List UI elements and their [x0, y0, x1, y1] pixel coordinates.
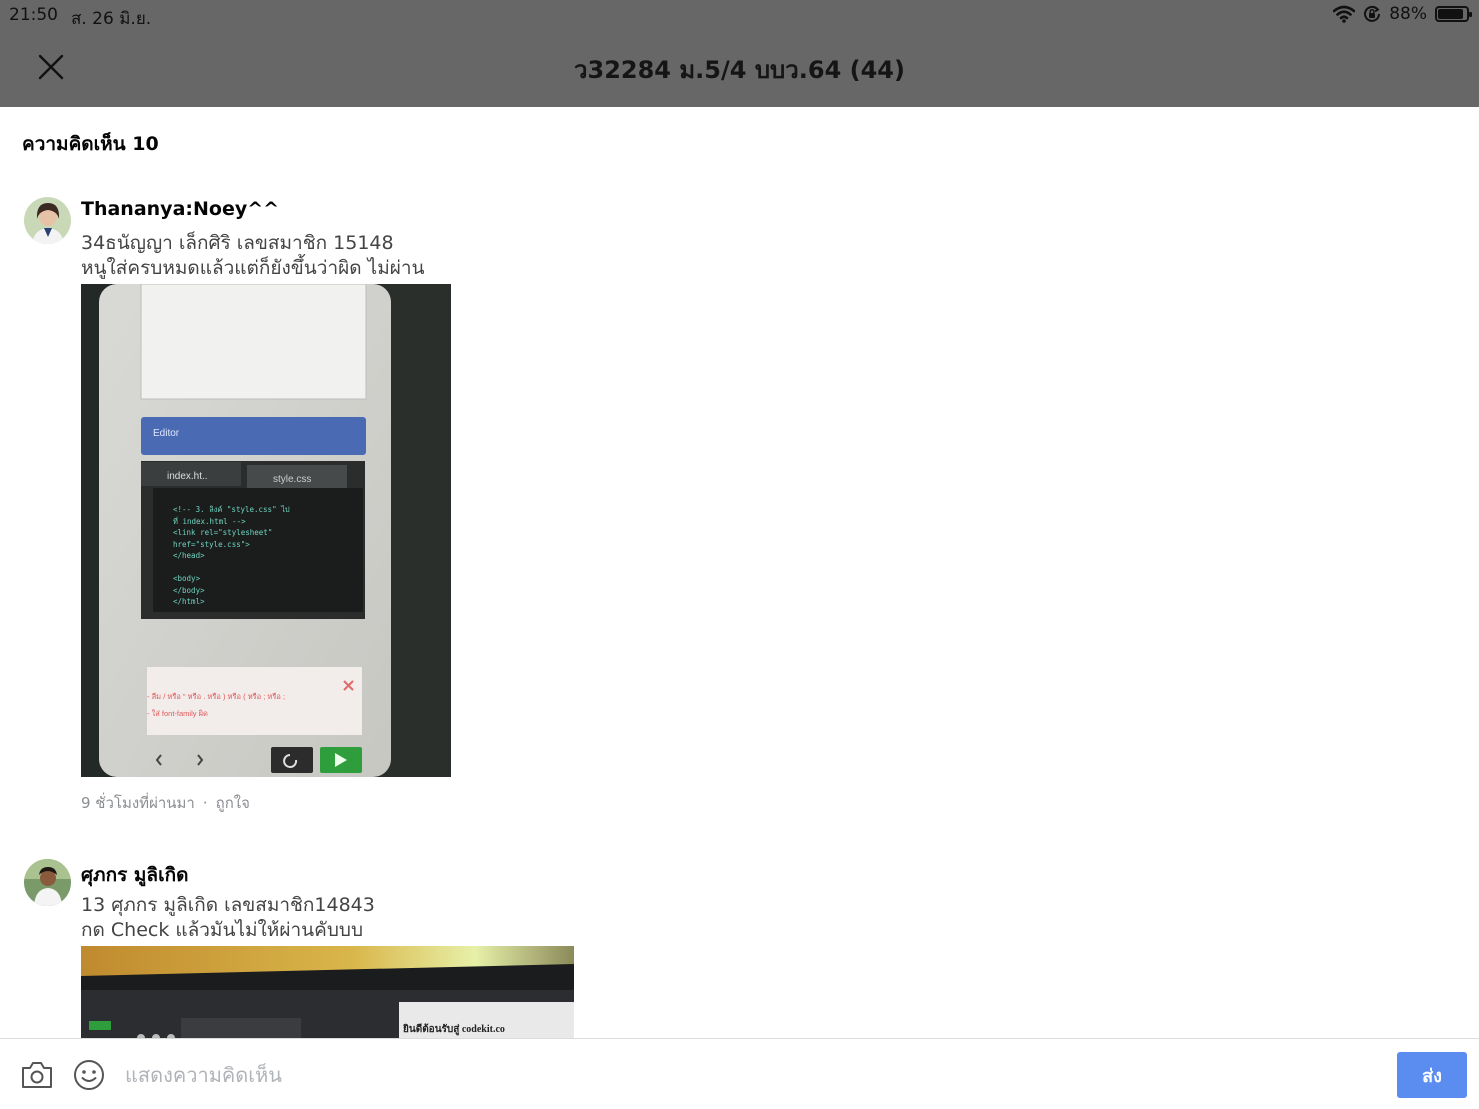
photo-code-line: </html>: [173, 597, 205, 606]
photo-tab-style: style.css: [273, 474, 312, 485]
comment-input[interactable]: [125, 1055, 1375, 1095]
camera-icon[interactable]: [20, 1059, 54, 1091]
photo-editor-label: Editor: [153, 428, 180, 439]
battery-icon: [1435, 6, 1472, 22]
status-right: 88%: [1333, 4, 1472, 24]
avatar[interactable]: [24, 197, 71, 244]
comment-text-line: หนูใส่ครบหมดแล้วแต่ก็ยังขึ้นว่าผิด ไม่ผ่…: [81, 257, 425, 279]
photo-code-line: </body>: [173, 585, 205, 595]
photo-tab-index: index.ht..: [167, 471, 208, 482]
wifi-icon: [1333, 5, 1356, 23]
status-time: 21:50: [9, 5, 58, 25]
battery-fill: [1438, 9, 1463, 19]
comment-author[interactable]: Thananya:Noey^^: [81, 198, 279, 220]
status-date: ส. 26 มิ.ย.: [71, 9, 152, 29]
photo-code-line: <link rel="stylesheet": [173, 528, 273, 537]
photo-code-line: <body>: [173, 574, 201, 583]
comment-photo[interactable]: ยินดีต้อนรับสู่ codekit.co: [81, 946, 574, 1038]
like-link[interactable]: ถูกใจ: [216, 794, 250, 812]
photo-code-line: href="style.css">: [173, 539, 250, 549]
status-bar: 21:50 ส. 26 มิ.ย. 88%: [0, 0, 1479, 30]
page-title: ว32284 ม.5/4 บบว.64 (44): [574, 56, 905, 84]
photo-error-line: - ใส่ font-family ผิด: [147, 709, 208, 718]
comments-panel[interactable]: ความคิดเห็น 10 Thananya:Noey^^ 34ธนัญญา …: [0, 107, 1479, 1038]
comment-photo[interactable]: Editor index.ht.. style.css <!-- 3. ลิงค…: [81, 284, 451, 777]
send-button[interactable]: ส่ง: [1397, 1052, 1467, 1098]
photo-error-line: - ลืม / หรือ " หรือ . หรือ ) หรือ ( หรือ…: [147, 692, 286, 701]
comment-text-line: กด Check แล้วมันไม่ให้ผ่านคับบบ: [81, 919, 364, 941]
photo-code-line: <!-- 3. ลิงค์ "style.css" ไป: [173, 505, 290, 514]
comment-author[interactable]: ศุภกร มูลิเกิด: [81, 860, 188, 890]
orientation-lock-icon: [1364, 5, 1381, 22]
photo-code-block: <!-- 3. ลิงค์ "style.css" ไปที่ index.ht…: [173, 504, 363, 608]
comment-meta: 9 ชั่วโมงที่ผ่านมา · ถูกใจ: [81, 791, 250, 815]
avatar[interactable]: [24, 859, 71, 906]
photo-code-line: [173, 562, 363, 574]
header: ว32284 ม.5/4 บบว.64 (44): [0, 30, 1479, 107]
comment-count: ความคิดเห็น 10: [22, 133, 159, 155]
photo-code-line: </head>: [173, 551, 205, 560]
meta-separator: ·: [202, 794, 208, 812]
emoji-icon[interactable]: [73, 1059, 105, 1091]
photo-banner-text: ยินดีต้อนรับสู่ codekit.co: [403, 1024, 505, 1035]
battery-percent: 88%: [1389, 4, 1427, 24]
comment-composer: ส่ง: [0, 1038, 1479, 1109]
photo-code-line: ที่ index.html -->: [173, 516, 246, 526]
comment-timestamp: 9 ชั่วโมงที่ผ่านมา: [81, 794, 195, 812]
